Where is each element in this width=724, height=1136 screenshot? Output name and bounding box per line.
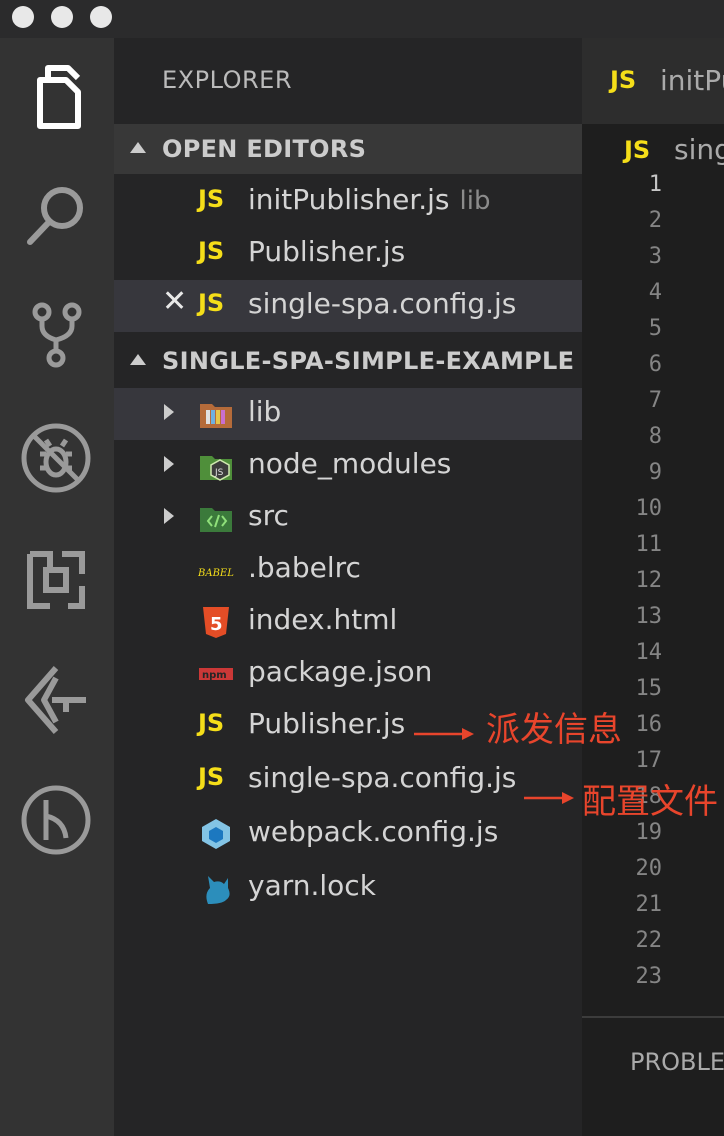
open-editor-item[interactable]: JS Publisher.js — [114, 228, 582, 280]
line-number: 19 — [635, 820, 663, 845]
line-number: 11 — [635, 532, 663, 557]
breadcrumb[interactable]: sing — [674, 133, 724, 166]
js-file-icon: JS — [198, 289, 225, 317]
line-number: 17 — [635, 748, 663, 773]
activity-bar — [0, 38, 114, 1136]
tree-item-single-spa-config[interactable]: JS single-spa.config.js — [114, 754, 582, 806]
js-file-icon: JS — [610, 66, 637, 94]
line-number: 21 — [635, 892, 663, 917]
debug-icon[interactable] — [16, 418, 96, 498]
collapse-chevron-icon — [130, 142, 146, 153]
expand-chevron-icon — [164, 404, 174, 420]
project-header[interactable]: SINGLE-SPA-SIMPLE-EXAMPLE — [114, 336, 582, 386]
expand-chevron-icon — [164, 456, 174, 472]
editor-area: JS initPu JS sing 1234567891011121314151… — [582, 38, 724, 1136]
source-control-icon[interactable] — [16, 294, 96, 374]
zoom-window-button[interactable] — [90, 6, 112, 28]
folder-node-icon: JS — [198, 448, 234, 484]
explorer-title: EXPLORER — [162, 66, 292, 94]
folder-lib-icon — [198, 396, 234, 432]
js-file-icon: JS — [198, 237, 225, 265]
line-number: 7 — [648, 388, 662, 413]
svg-text:5: 5 — [210, 614, 223, 635]
editor-tab[interactable]: initPu — [660, 64, 724, 97]
tree-item-lib[interactable]: lib — [114, 388, 582, 440]
svg-text:BABEL: BABEL — [198, 568, 234, 579]
git-graph-icon[interactable] — [16, 780, 96, 860]
open-editors-header[interactable]: OPEN EDITORS — [114, 124, 582, 174]
babel-icon: BABEL — [198, 552, 234, 588]
svg-text:npm: npm — [202, 670, 227, 681]
gitlens-icon[interactable] — [16, 660, 96, 740]
line-number: 22 — [635, 928, 663, 953]
collapse-chevron-icon — [130, 354, 146, 365]
open-editor-item-active[interactable]: ✕ JS single-spa.config.js — [114, 280, 582, 332]
files-icon[interactable] — [16, 56, 96, 136]
yarn-icon — [198, 870, 234, 906]
line-number: 3 — [648, 244, 662, 269]
close-icon[interactable]: ✕ — [162, 284, 187, 319]
line-number: 5 — [648, 316, 662, 341]
line-number: 9 — [648, 460, 662, 485]
tree-item-yarn-lock[interactable]: yarn.lock — [114, 862, 582, 914]
tree-item-src[interactable]: src — [114, 492, 582, 544]
file-description: lib — [459, 186, 491, 216]
webpack-icon — [198, 816, 234, 852]
line-number: 12 — [635, 568, 663, 593]
arrow-annotation — [414, 728, 474, 740]
panel-divider — [582, 1016, 724, 1018]
annotation-config: 配置文件 — [582, 782, 718, 822]
minimize-window-button[interactable] — [51, 6, 73, 28]
arrow-annotation — [524, 792, 574, 804]
panel-tab-problems[interactable]: PROBLE — [630, 1048, 724, 1076]
editor-tab-bar: JS initPu — [582, 38, 724, 124]
tree-item-node-modules[interactable]: JS node_modules — [114, 440, 582, 492]
tree-item-webpack-config[interactable]: webpack.config.js — [114, 808, 582, 860]
line-number: 2 — [648, 208, 662, 233]
js-file-icon: JS — [624, 136, 651, 164]
svg-text:JS: JS — [214, 468, 224, 478]
line-number: 8 — [648, 424, 662, 449]
js-file-icon: JS — [198, 185, 225, 213]
tree-item-package-json[interactable]: npm package.json — [114, 648, 582, 700]
line-number: 14 — [635, 640, 663, 665]
annotation-publisher: 派发信息 — [486, 710, 622, 750]
js-file-icon: JS — [198, 709, 225, 737]
line-number: 6 — [648, 352, 662, 377]
line-number: 13 — [635, 604, 663, 629]
title-bar — [0, 0, 724, 38]
extensions-icon[interactable] — [16, 540, 96, 620]
tree-item-index-html[interactable]: 5 index.html — [114, 596, 582, 648]
close-window-button[interactable] — [12, 6, 34, 28]
open-editor-item[interactable]: JS initPublisher.js lib — [114, 176, 582, 228]
line-number: 10 — [635, 496, 663, 521]
explorer-sidebar: EXPLORER OPEN EDITORS JS initPublisher.j… — [114, 38, 582, 1136]
search-icon[interactable] — [16, 176, 96, 256]
line-number: 20 — [635, 856, 663, 881]
js-file-icon: JS — [198, 763, 225, 791]
html5-icon: 5 — [198, 604, 234, 640]
line-number: 23 — [635, 964, 663, 989]
line-number: 1 — [648, 172, 662, 197]
line-number: 4 — [648, 280, 662, 305]
expand-chevron-icon — [164, 508, 174, 524]
folder-src-icon — [198, 500, 234, 536]
npm-icon: npm — [198, 656, 234, 692]
line-number: 15 — [635, 676, 663, 701]
tree-item-babelrc[interactable]: BABEL .babelrc — [114, 544, 582, 596]
